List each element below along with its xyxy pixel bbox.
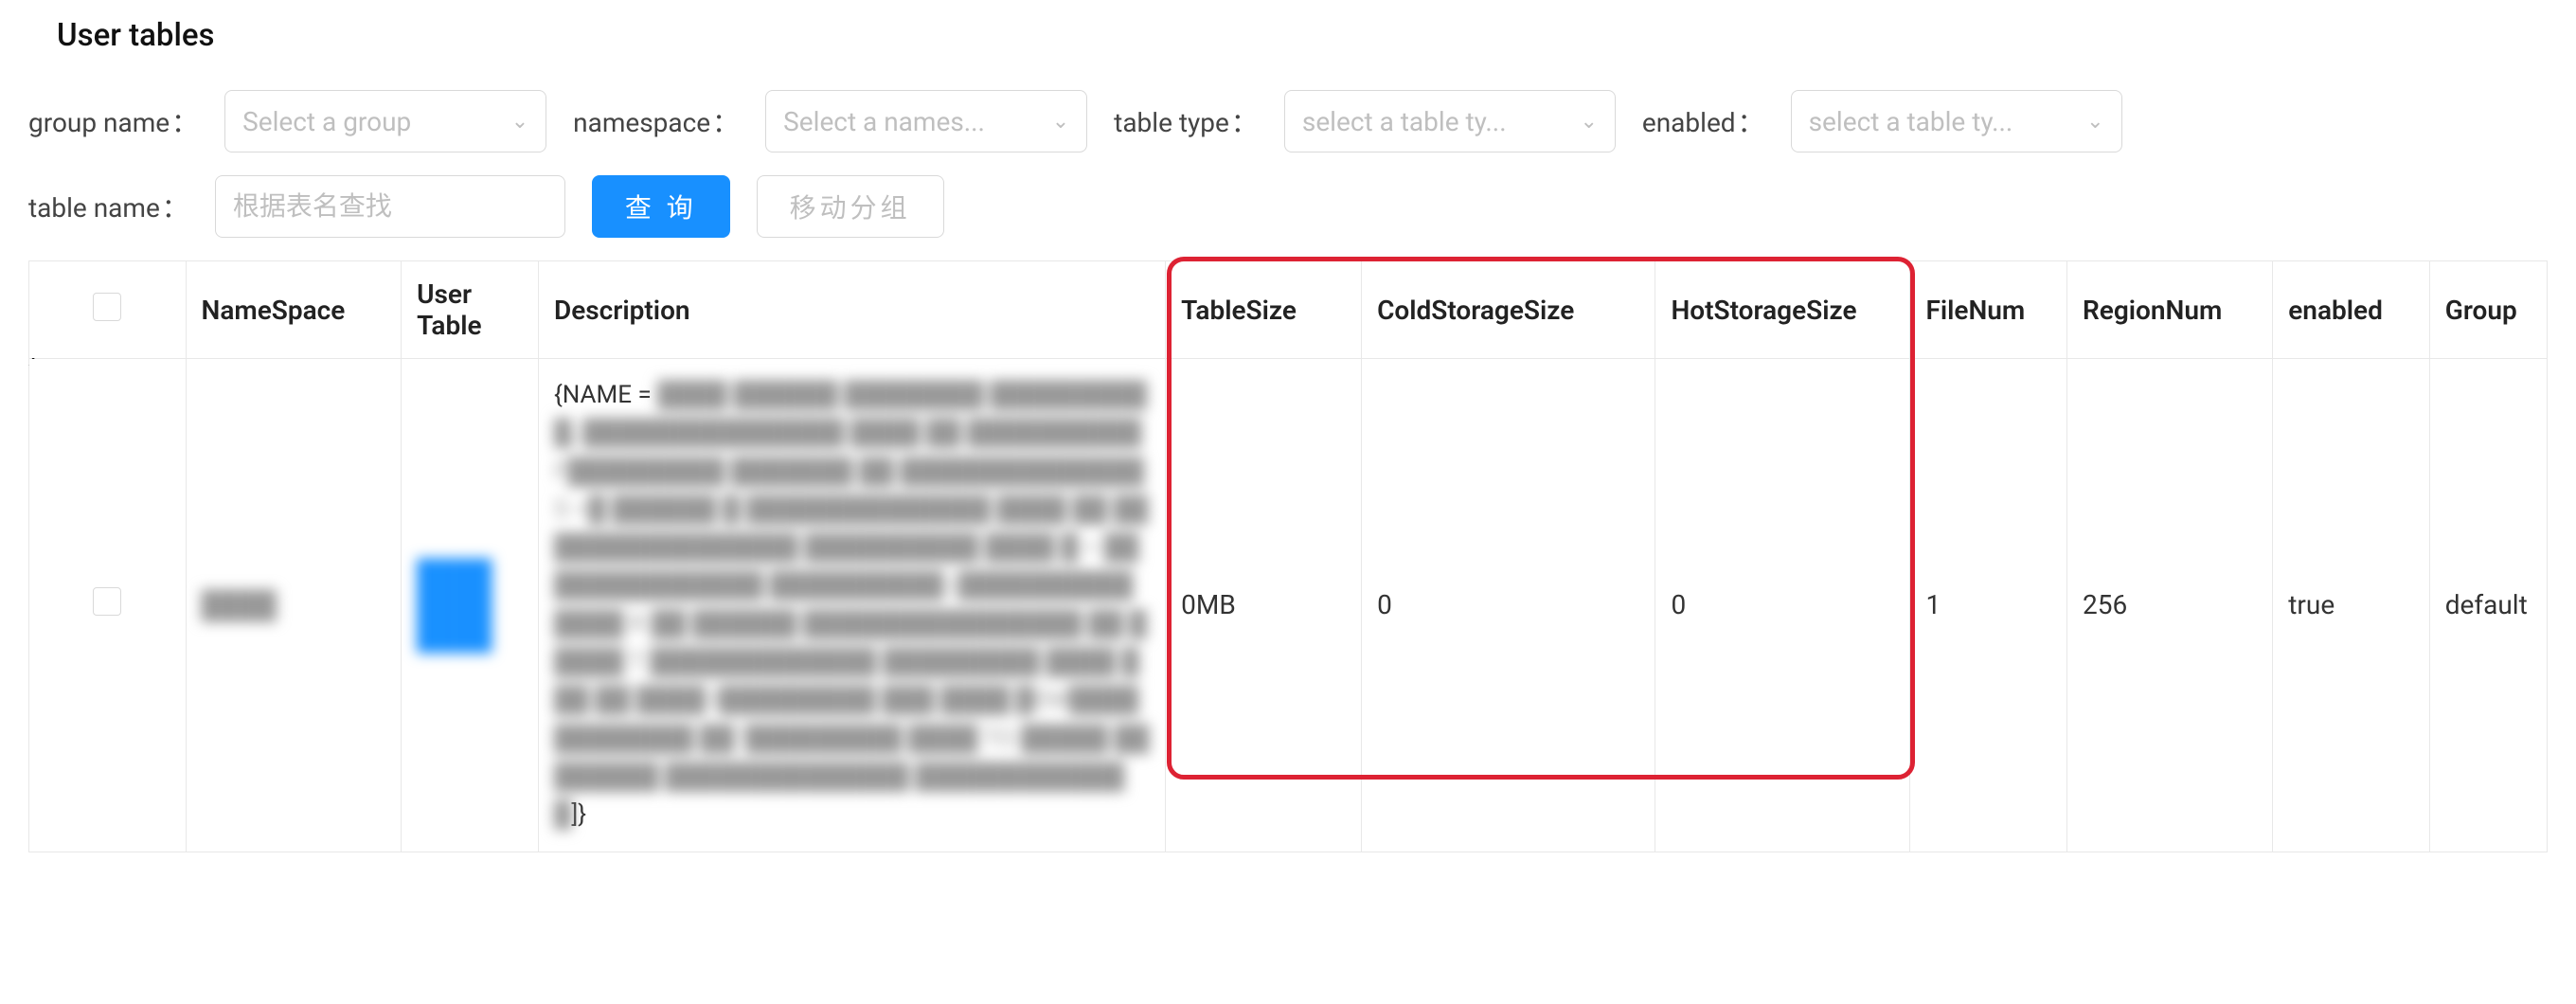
filter-label-enabled: enabled： — [1642, 102, 1764, 140]
col-header-checkbox — [29, 261, 187, 359]
col-header-coldstorage: ColdStorageSize — [1362, 261, 1655, 359]
cell-usertable: ████ ████ ████ — [402, 359, 539, 852]
user-tables-table: NameSpace User Table Description TableSi… — [28, 260, 2548, 852]
select-all-checkbox[interactable] — [93, 293, 121, 321]
usertable-link[interactable]: ████ ████ ████ — [417, 558, 523, 652]
chevron-down-icon: ⌄ — [1052, 110, 1069, 134]
desc-suffix: ]} — [571, 800, 586, 829]
cell-regionnum: 256 — [2066, 359, 2272, 852]
col-header-namespace: NameSpace — [186, 261, 402, 359]
chevron-down-icon: ⌄ — [2086, 110, 2103, 134]
col-header-hotstorage: HotStorageSize — [1655, 261, 1910, 359]
cell-coldstorage: 0 — [1362, 359, 1655, 852]
col-header-filenum: FileNum — [1910, 261, 2067, 359]
filter-label-tablename: table name： — [28, 188, 188, 225]
group-select[interactable]: Select a group ⌄ — [224, 90, 546, 152]
cell-filenum: 1 — [1910, 359, 2067, 852]
table-container: 〈 NameSpace User Table Description Table… — [28, 260, 2548, 852]
desc-prefix: {NAME = — [554, 381, 652, 409]
namespace-select[interactable]: Select a names... ⌄ — [765, 90, 1087, 152]
table-row: ████ ████ ████ ████ {NAME = ████ ██████ … — [29, 359, 2548, 852]
page-title: User tables — [28, 0, 2548, 77]
cell-namespace: ████ — [186, 359, 402, 852]
table-header-row: NameSpace User Table Description TableSi… — [29, 261, 2548, 359]
tabletype-select[interactable]: select a table ty... ⌄ — [1284, 90, 1616, 152]
cell-enabled: true — [2273, 359, 2430, 852]
col-header-description: Description — [538, 261, 1165, 359]
filter-label-tabletype: table type： — [1114, 102, 1258, 140]
cell-checkbox — [29, 359, 187, 852]
tabletype-select-placeholder: select a table ty... — [1302, 106, 1507, 137]
group-select-placeholder: Select a group — [242, 106, 411, 137]
filter-label-group: group name： — [28, 102, 198, 140]
cell-tablesize: 0MB — [1166, 359, 1362, 852]
tablename-input[interactable] — [215, 175, 565, 238]
enabled-select[interactable]: select a table ty... ⌄ — [1791, 90, 2122, 152]
col-header-tablesize: TableSize — [1166, 261, 1362, 359]
cell-description: {NAME = ████ ██████ ████████ █████████ █… — [538, 359, 1165, 852]
row-checkbox[interactable] — [93, 587, 121, 616]
search-button[interactable]: 查 询 — [592, 175, 730, 238]
cell-hotstorage: 0 — [1655, 359, 1910, 852]
chevron-down-icon: ⌄ — [511, 110, 528, 134]
cell-group: default — [2429, 359, 2547, 852]
enabled-select-placeholder: select a table ty... — [1809, 106, 2013, 137]
move-group-button[interactable]: 移动分组 — [757, 175, 944, 238]
col-header-regionnum: RegionNum — [2066, 261, 2272, 359]
filter-label-namespace: namespace： — [573, 102, 739, 140]
desc-redacted: ████ ██████ ████████ █████████ █, ██████… — [554, 381, 1149, 829]
col-header-group: Group — [2429, 261, 2547, 359]
col-header-enabled: enabled — [2273, 261, 2430, 359]
col-header-usertable: User Table — [402, 261, 539, 359]
namespace-select-placeholder: Select a names... — [783, 106, 985, 137]
namespace-value: ████ — [202, 589, 277, 620]
filters-panel: group name： Select a group ⌄ namespace： … — [28, 77, 2548, 238]
chevron-down-icon: ⌄ — [1580, 110, 1597, 134]
